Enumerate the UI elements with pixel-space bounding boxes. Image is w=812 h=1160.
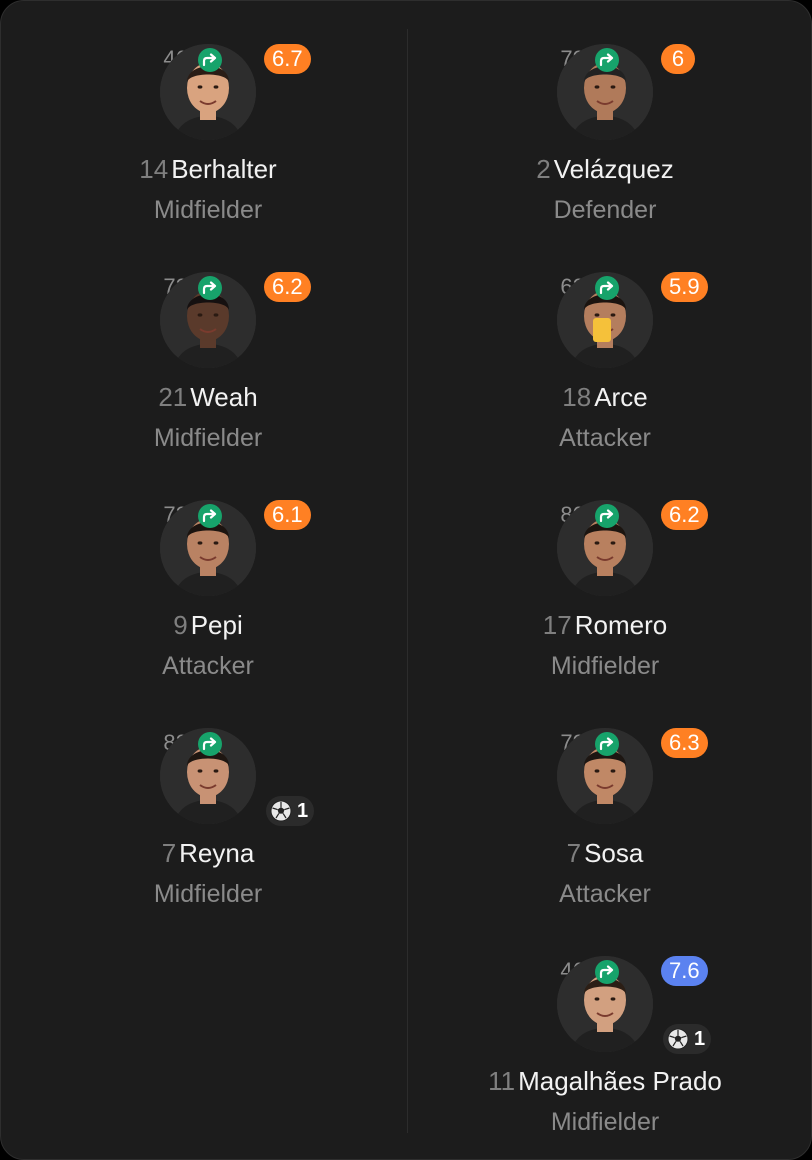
player-name: Magalhães Prado bbox=[518, 1066, 722, 1096]
yellow-card-icon bbox=[593, 318, 611, 342]
goal-count: 1 bbox=[297, 799, 309, 822]
player-name-line: 7 Reyna bbox=[38, 838, 378, 869]
rating-badge: 6 bbox=[661, 44, 695, 74]
substitution-arrow-icon bbox=[595, 504, 619, 528]
shirt-number: 17 bbox=[542, 610, 572, 640]
player-card[interactable]: 79′62VelázquezDefender bbox=[435, 26, 775, 226]
player-card[interactable]: 62′5.918ArceAttacker bbox=[435, 254, 775, 454]
football-icon bbox=[270, 800, 292, 822]
shirt-number: 21 bbox=[158, 382, 188, 412]
player-name: Pepi bbox=[190, 610, 243, 640]
player-name: Arce bbox=[594, 382, 648, 412]
rating-badge: 6.2 bbox=[264, 272, 311, 302]
player-card[interactable]: 46′6.714BerhalterMidfielder bbox=[38, 26, 378, 226]
player-card[interactable]: 72′6.19PepiAttacker bbox=[38, 482, 378, 682]
shirt-number: 2 bbox=[536, 154, 551, 184]
player-position: Midfielder bbox=[153, 880, 263, 908]
player-position: Midfielder bbox=[550, 1108, 660, 1136]
player-name: Berhalter bbox=[171, 154, 277, 184]
goal-count: 1 bbox=[694, 1027, 706, 1050]
player-name-line: 2 Velázquez bbox=[435, 154, 775, 185]
substitution-arrow-icon bbox=[198, 504, 222, 528]
column-divider bbox=[407, 29, 408, 1133]
player-name: Reyna bbox=[179, 838, 255, 868]
player-name: Velázquez bbox=[553, 154, 674, 184]
football-icon bbox=[667, 1028, 689, 1050]
substitution-arrow-icon bbox=[595, 276, 619, 300]
substitution-arrow-icon bbox=[595, 48, 619, 72]
player-position: Midfielder bbox=[153, 424, 263, 452]
player-name-line: 21 Weah bbox=[38, 382, 378, 413]
player-name-line: 11 Magalhães Prado bbox=[435, 1066, 775, 1097]
player-position: Defender bbox=[553, 196, 657, 224]
player-card[interactable]: 80′6.217RomeroMidfielder bbox=[435, 482, 775, 682]
player-card[interactable]: 82′17ReynaMidfielder bbox=[38, 710, 378, 910]
shirt-number: 18 bbox=[562, 382, 592, 412]
rating-badge: 6.1 bbox=[264, 500, 311, 530]
player-name-line: 17 Romero bbox=[435, 610, 775, 641]
goal-badge: 1 bbox=[663, 1024, 712, 1054]
rating-badge: 6.2 bbox=[661, 500, 708, 530]
player-card[interactable]: 46′7.6111Magalhães PradoMidfielder bbox=[435, 938, 775, 1138]
player-name: Sosa bbox=[584, 838, 644, 868]
substitution-arrow-icon bbox=[198, 48, 222, 72]
goal-badge: 1 bbox=[266, 796, 315, 826]
substitution-arrow-icon bbox=[198, 276, 222, 300]
rating-badge: 7.6 bbox=[661, 956, 708, 986]
player-position: Attacker bbox=[162, 652, 254, 680]
player-card[interactable]: 72′6.221WeahMidfielder bbox=[38, 254, 378, 454]
player-name-line: 9 Pepi bbox=[38, 610, 378, 641]
player-name: Weah bbox=[190, 382, 258, 412]
shirt-number: 11 bbox=[488, 1066, 516, 1096]
substitution-arrow-icon bbox=[198, 732, 222, 756]
player-name-line: 18 Arce bbox=[435, 382, 775, 413]
player-name-line: 14 Berhalter bbox=[38, 154, 378, 185]
rating-badge: 5.9 bbox=[661, 272, 708, 302]
player-name: Romero bbox=[574, 610, 668, 640]
substitution-arrow-icon bbox=[595, 732, 619, 756]
player-position: Midfielder bbox=[153, 196, 263, 224]
rating-badge: 6.3 bbox=[661, 728, 708, 758]
shirt-number: 9 bbox=[173, 610, 188, 640]
player-position: Midfielder bbox=[550, 652, 660, 680]
player-position: Attacker bbox=[559, 880, 651, 908]
rating-badge: 6.7 bbox=[264, 44, 311, 74]
shirt-number: 14 bbox=[139, 154, 169, 184]
shirt-number: 7 bbox=[161, 838, 177, 868]
player-name-line: 7 Sosa bbox=[435, 838, 775, 869]
player-card[interactable]: 79′6.37SosaAttacker bbox=[435, 710, 775, 910]
shirt-number: 7 bbox=[566, 838, 582, 868]
substitution-arrow-icon bbox=[595, 960, 619, 984]
player-position: Attacker bbox=[559, 424, 651, 452]
